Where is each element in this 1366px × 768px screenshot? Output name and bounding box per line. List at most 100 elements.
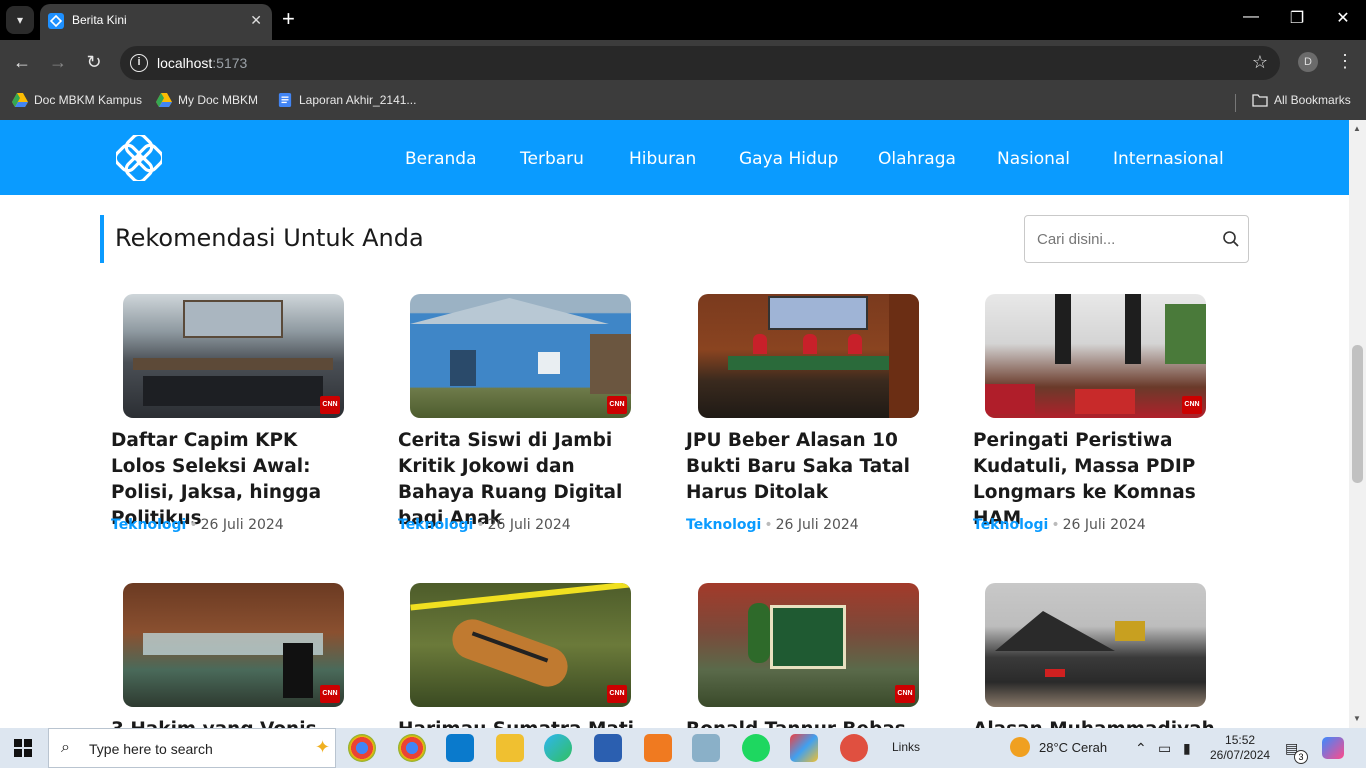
- postman-app-icon[interactable]: [840, 734, 868, 762]
- close-window-icon[interactable]: ✕: [1328, 8, 1358, 28]
- article-thumbnail[interactable]: [698, 294, 919, 418]
- site-header: Beranda Terbaru Hiburan Gaya Hidup Olahr…: [0, 120, 1349, 195]
- article-title[interactable]: JPU Beber Alasan 10 Bukti Baru Saka Tata…: [686, 428, 931, 506]
- gemini-app-icon[interactable]: [790, 734, 818, 762]
- tab-close-icon[interactable]: ✕: [250, 12, 262, 29]
- bookmark-star-icon[interactable]: ☆: [1252, 52, 1268, 73]
- article-meta: Teknologi • 26 Juli 2024: [398, 517, 571, 533]
- article-date: 26 Juli 2024: [775, 517, 859, 533]
- site-info-icon[interactable]: i: [130, 54, 148, 72]
- back-arrow-icon[interactable]: ←: [10, 52, 34, 73]
- url-text: localhost:5173: [157, 55, 248, 71]
- article-title[interactable]: Ronald Tannur Bebas, PN: [686, 717, 931, 728]
- taskbar-search-box[interactable]: ⌕ Type here to search ✦: [48, 728, 336, 768]
- nav-terbaru[interactable]: Terbaru: [520, 149, 584, 169]
- search-icon[interactable]: [1222, 230, 1240, 248]
- article-title[interactable]: Harimau Sumatra Mati: [398, 717, 643, 728]
- spotify-app-icon[interactable]: [742, 734, 770, 762]
- nav-nasional[interactable]: Nasional: [997, 149, 1070, 169]
- restore-icon[interactable]: ❐: [1282, 8, 1312, 28]
- reload-icon[interactable]: ↻: [82, 52, 106, 73]
- nav-hiburan[interactable]: Hiburan: [629, 149, 696, 169]
- cnn-badge: CNN: [1182, 396, 1202, 414]
- search-box: [1024, 215, 1249, 263]
- meta-dot: •: [189, 517, 198, 533]
- folder-icon: [1252, 94, 1268, 107]
- article-title[interactable]: Alasan Muhammadiyah: [973, 717, 1218, 728]
- profile-avatar[interactable]: D: [1298, 52, 1318, 72]
- chrome-app-icon[interactable]: [348, 734, 376, 762]
- system-clock[interactable]: 15:52 26/07/2024: [1210, 733, 1270, 763]
- site-logo-icon[interactable]: [116, 135, 162, 181]
- article-meta: Teknologi • 26 Juli 2024: [686, 517, 859, 533]
- browser-menu-icon[interactable]: ⋮: [1336, 51, 1354, 72]
- chrome-profile-app-icon[interactable]: [398, 734, 426, 762]
- article-thumbnail[interactable]: CNN: [123, 583, 344, 707]
- site-favicon-icon: [48, 13, 64, 29]
- chevron-up-icon[interactable]: ⌃: [1135, 740, 1147, 757]
- forward-arrow-icon[interactable]: →: [46, 52, 70, 73]
- new-tab-plus-icon[interactable]: +: [282, 7, 295, 31]
- article-category[interactable]: Teknologi: [686, 517, 761, 533]
- section-accent-bar: [100, 215, 104, 263]
- address-bar[interactable]: i localhost:5173 ☆: [120, 46, 1280, 80]
- bookmark-my-doc-mbkm[interactable]: My Doc MBKM: [156, 93, 258, 107]
- meta-dot: •: [764, 517, 773, 533]
- article-thumbnail[interactable]: CNN: [123, 294, 344, 418]
- nav-internasional[interactable]: Internasional: [1113, 149, 1224, 169]
- windows-start-icon[interactable]: [14, 739, 32, 757]
- article-thumbnail[interactable]: CNN: [698, 583, 919, 707]
- copilot-icon[interactable]: [1322, 737, 1344, 759]
- article-category[interactable]: Teknologi: [973, 517, 1048, 533]
- battery-icon[interactable]: ▮: [1183, 740, 1191, 757]
- file-explorer-icon[interactable]: [496, 734, 524, 762]
- bookmark-doc-mbkm-kampus[interactable]: Doc MBKM Kampus: [12, 93, 142, 107]
- article-title[interactable]: 3 Hakim yang Vonis Bebas: [111, 717, 356, 728]
- browser-tab-active[interactable]: Berita Kini ✕: [40, 4, 272, 40]
- xampp-app-icon[interactable]: [644, 734, 672, 762]
- google-docs-icon: [278, 93, 292, 107]
- minimize-icon[interactable]: —: [1236, 8, 1266, 26]
- notification-count-badge: 3: [1294, 750, 1308, 764]
- scroll-up-icon[interactable]: ▲: [1353, 124, 1361, 133]
- weather-icon[interactable]: [1010, 737, 1030, 757]
- cnn-badge: CNN: [895, 685, 915, 703]
- nav-gaya-hidup[interactable]: Gaya Hidup: [739, 149, 838, 169]
- nav-beranda[interactable]: Beranda: [405, 149, 477, 169]
- nav-olahraga[interactable]: Olahraga: [878, 149, 956, 169]
- scroll-down-icon[interactable]: ▼: [1353, 714, 1361, 723]
- article-thumbnail[interactable]: CNN: [985, 294, 1206, 418]
- article-thumbnail[interactable]: CNN: [410, 294, 631, 418]
- article-meta: Teknologi • 26 Juli 2024: [973, 517, 1146, 533]
- cnn-badge: CNN: [607, 685, 627, 703]
- article-thumbnail[interactable]: [985, 583, 1206, 707]
- article-category[interactable]: Teknologi: [398, 517, 473, 533]
- bookmark-laporan-akhir[interactable]: Laporan Akhir_2141...: [277, 93, 416, 107]
- article-meta: Teknologi • 26 Juli 2024: [111, 517, 284, 533]
- edge-app-icon[interactable]: [544, 734, 572, 762]
- google-drive-icon: [12, 93, 28, 107]
- page-scrollbar[interactable]: ▲ ▼: [1349, 120, 1366, 728]
- cnn-badge: CNN: [607, 396, 627, 414]
- scrollbar-thumb[interactable]: [1352, 345, 1363, 483]
- vscode-app-icon[interactable]: [446, 734, 474, 762]
- tab-search-button[interactable]: ▾: [6, 6, 34, 34]
- network-icon[interactable]: ▭: [1158, 740, 1171, 757]
- taskbar-search-text: Type here to search: [89, 741, 213, 757]
- word-app-icon[interactable]: [594, 734, 622, 762]
- search-input[interactable]: [1025, 216, 1215, 262]
- tab-title: Berita Kini: [72, 13, 127, 27]
- links-toolbar[interactable]: Links: [892, 740, 920, 754]
- article-thumbnail[interactable]: CNN: [410, 583, 631, 707]
- notes-app-icon[interactable]: [692, 734, 720, 762]
- article-date: 26 Juli 2024: [487, 517, 571, 533]
- google-drive-icon: [156, 93, 172, 107]
- article-category[interactable]: Teknologi: [111, 517, 186, 533]
- search-icon: ⌕: [61, 739, 70, 756]
- bookmarks-bar: Doc MBKM Kampus My Doc MBKM Laporan Akhi…: [0, 86, 1366, 120]
- sparkle-icon: ✦: [315, 737, 331, 757]
- weather-text[interactable]: 28°C Cerah: [1039, 740, 1107, 755]
- all-bookmarks-button[interactable]: All Bookmarks: [1252, 93, 1351, 107]
- page-viewport: Beranda Terbaru Hiburan Gaya Hidup Olahr…: [0, 120, 1349, 728]
- cnn-badge: CNN: [320, 685, 340, 703]
